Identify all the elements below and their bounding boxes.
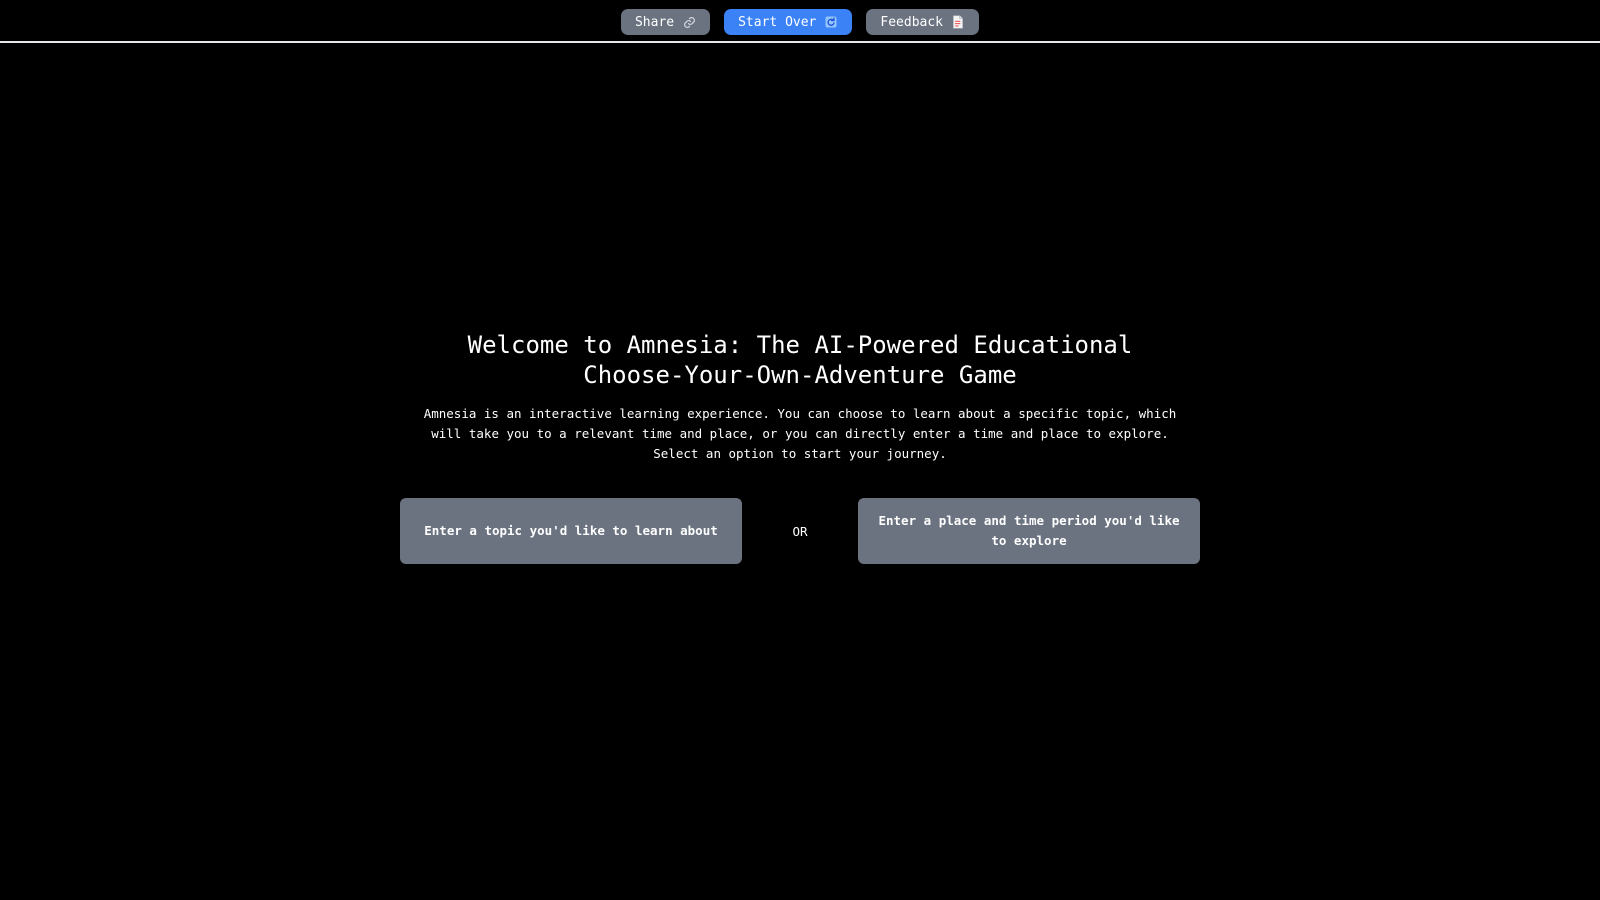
link-icon — [682, 15, 696, 29]
topic-option-button[interactable]: Enter a topic you'd like to learn about — [400, 498, 742, 564]
page-title: Welcome to Amnesia: The AI-Powered Educa… — [467, 331, 1133, 389]
place-time-option-button[interactable]: Enter a place and time period you'd like… — [858, 498, 1200, 564]
start-over-button-label: Start Over — [738, 14, 817, 30]
or-separator: OR — [792, 523, 808, 539]
feedback-button-label: Feedback — [880, 14, 944, 30]
start-over-button[interactable]: Start Over — [724, 9, 853, 35]
share-button-label: Share — [634, 14, 675, 30]
document-icon — [951, 15, 965, 29]
intro-description: Amnesia is an interactive learning exper… — [423, 406, 1177, 461]
restart-icon — [824, 15, 838, 29]
top-nav-bar: Share Start Over Feedback — [0, 0, 1600, 43]
start-options: Enter a topic you'd like to learn about … — [400, 498, 1200, 564]
feedback-button[interactable]: Feedback — [866, 9, 980, 35]
welcome-section: Welcome to Amnesia: The AI-Powered Educa… — [0, 330, 1600, 564]
share-button[interactable]: Share — [620, 9, 711, 35]
